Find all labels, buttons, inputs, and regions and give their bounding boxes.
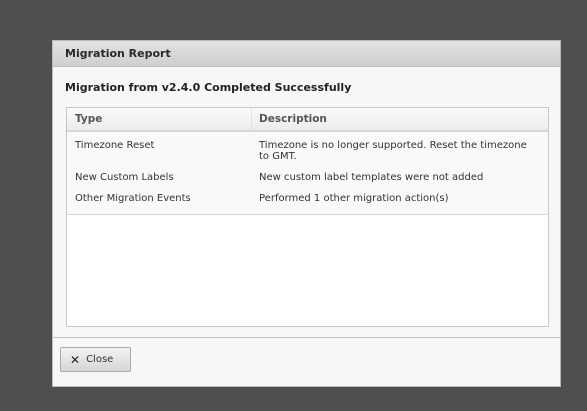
table-body: Timezone Reset Timezone is no longer sup… — [67, 132, 548, 215]
table-row[interactable]: Timezone Reset Timezone is no longer sup… — [67, 136, 548, 168]
row-description: Performed 1 other migration action(s) — [259, 193, 449, 204]
row-description: New custom label templates were not adde… — [259, 172, 484, 183]
table-row[interactable]: Other Migration Events Performed 1 other… — [67, 189, 548, 210]
table-row[interactable]: New Custom Labels New custom label templ… — [67, 168, 548, 189]
migration-heading: Migration from v2.4.0 Completed Successf… — [65, 81, 352, 94]
footer-divider — [53, 337, 560, 338]
close-x-icon: ✕ — [70, 352, 81, 367]
table-header: Type Description — [67, 108, 548, 132]
row-type: Other Migration Events — [75, 193, 191, 204]
migration-report-dialog: Migration Report Migration from v2.4.0 C… — [52, 40, 561, 387]
row-type: Timezone Reset — [75, 140, 155, 151]
close-button[interactable]: ✕ Close — [60, 347, 131, 372]
dialog-title: Migration Report — [53, 41, 560, 67]
row-description: Timezone is no longer supported. Reset t… — [259, 140, 527, 162]
close-button-label: Close — [86, 354, 114, 365]
row-type: New Custom Labels — [75, 172, 174, 183]
migration-events-table: Type Description Timezone Reset Timezone… — [66, 107, 549, 327]
column-header-type[interactable]: Type — [67, 108, 252, 130]
column-header-description[interactable]: Description — [252, 108, 548, 130]
